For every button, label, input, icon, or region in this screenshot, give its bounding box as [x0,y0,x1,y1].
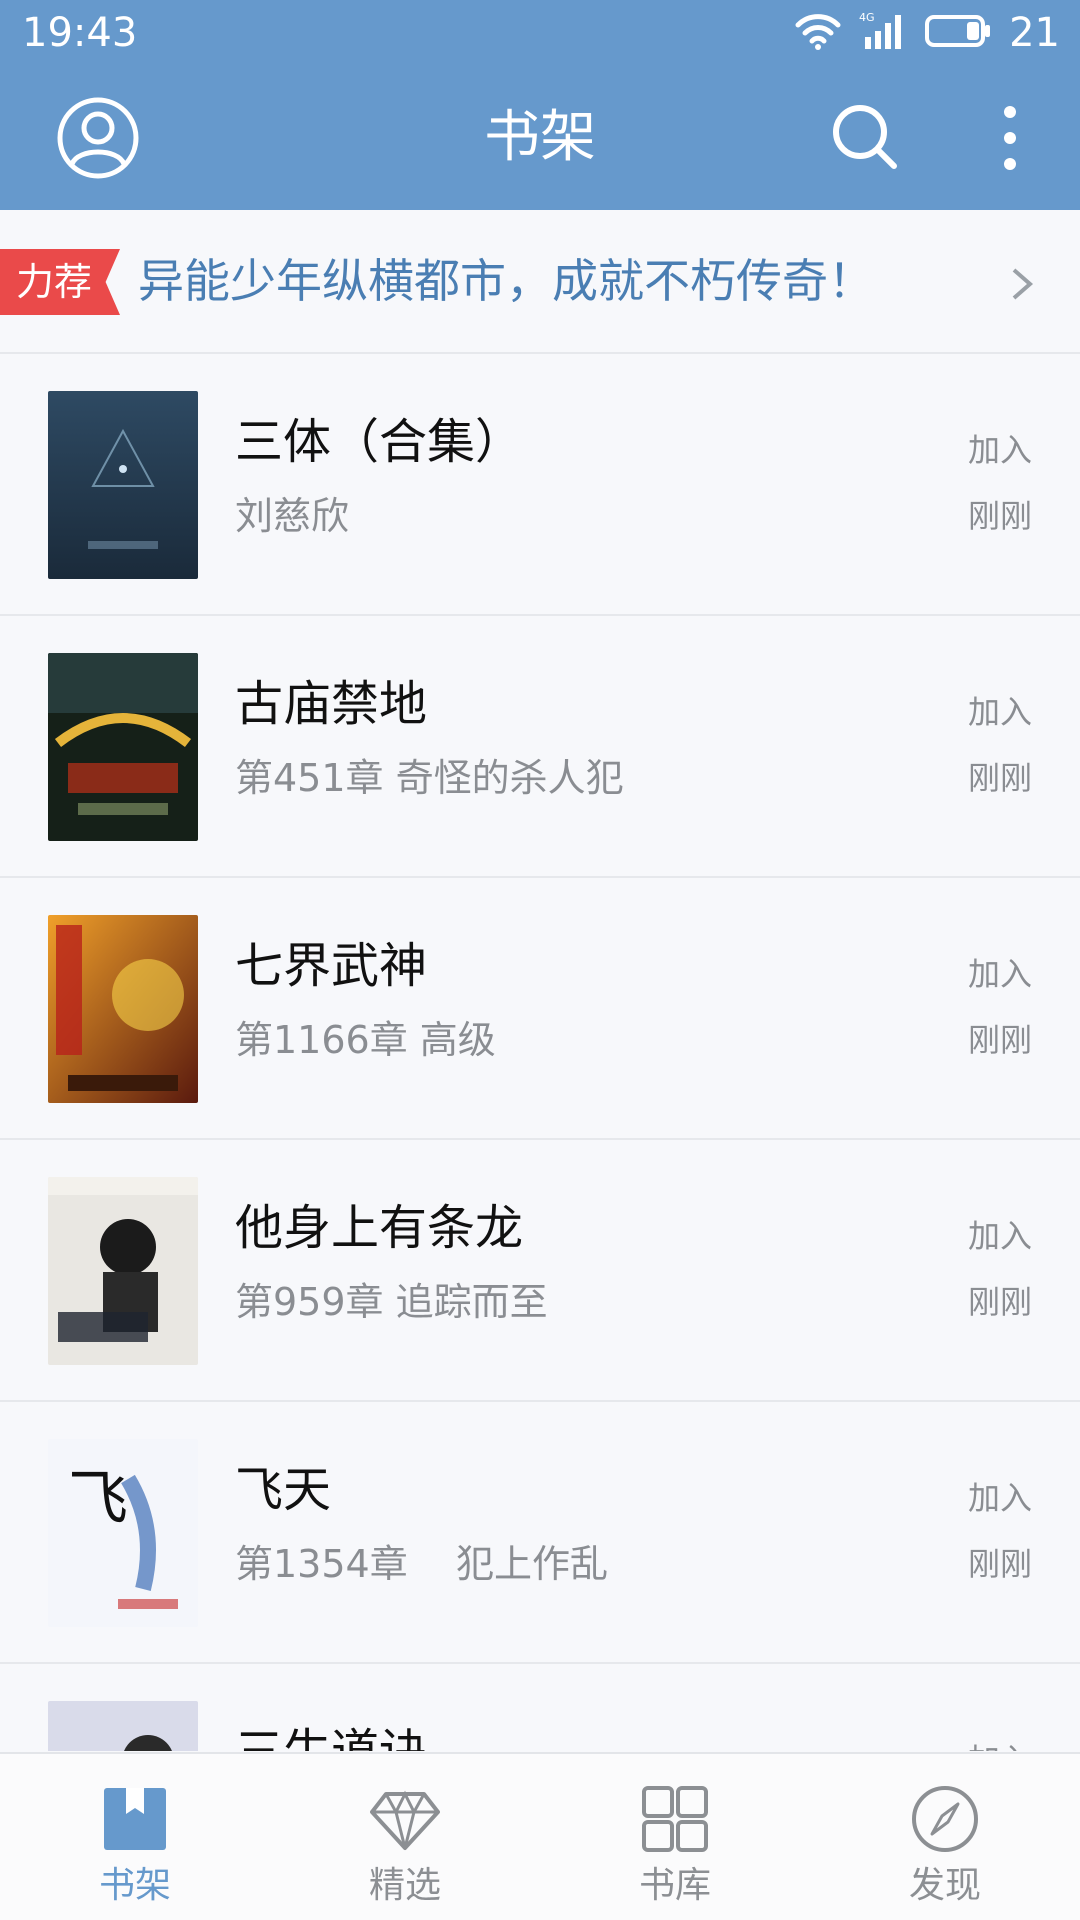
more-button[interactable] [980,102,1040,174]
bookmark-icon [100,1784,170,1854]
book-item[interactable]: 古庙禁地 第451章 奇怪的杀人犯 加入 刚刚 [0,616,1080,878]
tab-label: 精选 [368,1865,441,1906]
book-subtitle: 刘慈欣 [235,494,350,538]
book-title: 三体（合集） [235,414,524,470]
wifi-icon [795,11,841,55]
promo-text: 异能少年纵横都市，成就不朽传奇！ [138,254,874,308]
book-cover: 飞 [48,1439,198,1627]
book-subtitle: 第1166章 高级 [235,1018,496,1062]
book-time: 刚刚 [967,1021,1032,1059]
tab-label: 书库 [638,1865,711,1906]
book-cover [48,915,198,1103]
book-time: 刚刚 [967,497,1032,535]
promo-tag: 力荐 [0,249,120,315]
grid-icon [640,1784,710,1854]
book-added-label: 加入 [967,1217,1032,1255]
network-type: 4G [859,11,875,24]
app-bar: 书架 [0,66,1080,210]
book-subtitle: 第1354章 犯上作乱 [235,1542,609,1586]
book-title: 古庙禁地 [235,676,428,732]
promo-banner[interactable]: 力荐 异能少年纵横都市，成就不朽传奇！ [0,210,1080,354]
status-time: 19:43 [22,10,138,56]
tab-label: 书架 [98,1865,171,1906]
tab-bookshelf[interactable]: 书架 [0,1754,270,1920]
book-title: 飞天 [235,1462,332,1518]
status-bar: 19:43 4G 21 [0,0,1080,66]
book-time: 刚刚 [967,1545,1032,1583]
book-cover [48,391,198,579]
book-item[interactable]: 三生道诀 加入 [0,1664,1080,1751]
book-added-label: 加入 [967,693,1032,731]
book-list: 三体（合集） 刘慈欣 加入 刚刚 古庙禁地 第451章 奇怪的杀人犯 加入 刚刚 [0,354,1080,1751]
book-cover [48,1177,198,1365]
battery-icon [925,14,991,52]
book-title: 七界武神 [235,938,428,994]
tab-featured[interactable]: 精选 [270,1754,540,1920]
more-vertical-icon [1004,106,1016,170]
book-added-label: 加入 [967,431,1032,469]
search-button[interactable] [830,102,900,172]
search-icon [833,105,897,169]
signal-icon: 4G [859,11,907,55]
book-added-label: 加入 [967,955,1032,993]
book-time: 刚刚 [967,1283,1032,1321]
book-subtitle: 第959章 追踪而至 [235,1280,548,1324]
diamond-icon [370,1784,440,1854]
chevron-right-icon [1010,266,1034,302]
book-added-label: 加入 [967,1479,1032,1517]
compass-icon [910,1784,980,1854]
tab-discover[interactable]: 发现 [810,1754,1080,1920]
page-title: 书架 [484,105,596,170]
book-added-label: 加入 [968,1738,1032,1751]
svg-text:飞: 飞 [68,1464,128,1534]
book-subtitle: 第451章 奇怪的杀人犯 [235,756,624,800]
book-item[interactable]: 飞 飞天 第1354章 犯上作乱 加入 刚刚 [0,1402,1080,1664]
battery-percent: 21 [1009,10,1060,56]
bottom-tab-bar: 书架 精选 书库 发现 [0,1752,1080,1920]
book-time: 刚刚 [967,759,1032,797]
book-title: 三生道诀 [235,1720,427,1751]
book-item[interactable]: 他身上有条龙 第959章 追踪而至 加入 刚刚 [0,1140,1080,1402]
book-title: 他身上有条龙 [235,1200,524,1256]
book-item[interactable]: 七界武神 第1166章 高级 加入 刚刚 [0,878,1080,1140]
status-icons: 4G 21 [795,8,1060,58]
book-item[interactable]: 三体（合集） 刘慈欣 加入 刚刚 [0,354,1080,616]
tab-label: 发现 [908,1865,981,1906]
book-cover [48,1701,198,1751]
book-cover [48,653,198,841]
tab-library[interactable]: 书库 [540,1754,810,1920]
